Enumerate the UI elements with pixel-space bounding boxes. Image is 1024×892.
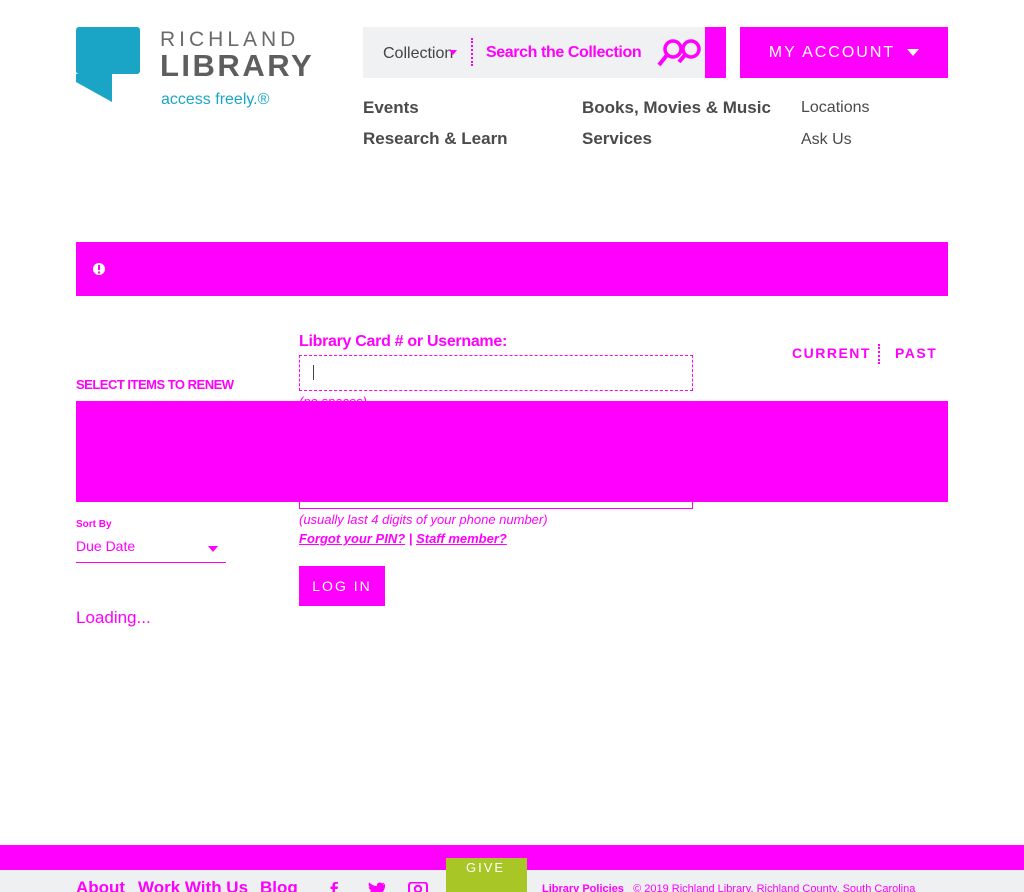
my-account-label: MY ACCOUNT [768, 43, 896, 61]
sort-select[interactable]: Due Date [76, 538, 226, 563]
card-number-input[interactable] [299, 355, 693, 391]
help-separator: | [408, 531, 413, 546]
overlay-band [76, 401, 948, 502]
copyright-text: © 2019 Richland Library, Richland County… [633, 883, 916, 892]
give-label: GIVE [466, 860, 506, 875]
footer-link-blog[interactable]: Blog [260, 878, 298, 892]
nav-research-learn[interactable]: Research & Learn [363, 129, 508, 149]
renew-heading: SELECT ITEMS TO RENEW [76, 377, 234, 392]
footer-link-work-with-us[interactable]: Work With Us [138, 878, 248, 892]
chevron-down-icon [208, 546, 218, 552]
logo-icon[interactable] [76, 27, 140, 102]
staff-member-link[interactable]: Staff member? [416, 531, 507, 546]
nav-events[interactable]: Events [363, 98, 419, 118]
log-in-button[interactable]: LOG IN [299, 566, 385, 606]
logo-tagline: access freely.® [161, 91, 270, 108]
nav-ask-us[interactable]: Ask Us [801, 131, 852, 149]
twitter-icon[interactable] [366, 882, 386, 892]
footer-legal: Library Policies © 2019 Richland Library… [542, 883, 915, 892]
library-policies-link[interactable]: Library Policies [542, 883, 624, 892]
pin-hint: (usually last 4 digits of your phone num… [299, 512, 548, 527]
search-button[interactable] [705, 27, 726, 78]
chevron-down-icon [449, 50, 457, 55]
facebook-icon[interactable] [324, 882, 344, 892]
tab-current[interactable]: CURRENT [792, 345, 871, 361]
logo-name-bottom: LIBRARY [160, 48, 315, 83]
text-cursor [313, 365, 314, 380]
search-icon[interactable] [655, 36, 707, 70]
search-scope-select[interactable]: Collection [383, 45, 453, 63]
pin-input[interactable] [299, 502, 693, 509]
tab-divider [878, 344, 880, 364]
caret-down-icon [907, 49, 920, 56]
footer-link-about[interactable]: About [76, 878, 125, 892]
search-input[interactable] [486, 36, 646, 70]
instagram-icon[interactable] [408, 882, 428, 892]
loading-status: Loading... [76, 608, 151, 627]
alert-banner [76, 242, 948, 296]
nav-locations[interactable]: Locations [801, 99, 870, 117]
help-links: Forgot your PIN? | Staff member? [299, 531, 507, 546]
nav-services[interactable]: Services [582, 129, 652, 149]
nav-books-movies-music[interactable]: Books, Movies & Music [582, 98, 771, 118]
search-divider [471, 38, 473, 66]
sort-label: Sort By [76, 519, 112, 530]
tab-past[interactable]: PAST [895, 345, 937, 361]
alert-icon [93, 263, 105, 275]
card-number-label: Library Card # or Username: [299, 333, 507, 350]
forgot-pin-link[interactable]: Forgot your PIN? [299, 531, 405, 546]
my-account-button[interactable]: MY ACCOUNT [740, 27, 948, 78]
